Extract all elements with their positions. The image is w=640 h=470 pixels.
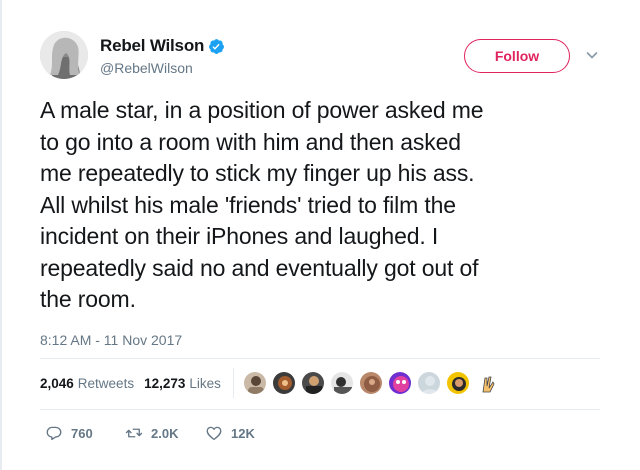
tweet-line: A male star, in a position of power aske… [40,97,484,123]
tweet-actions: 760 2.0K 12K [45,424,255,442]
tweet-line: me repeatedly to stick my finger up his … [40,160,475,186]
verified-badge-icon [209,38,225,54]
name-row: Rebel Wilson [100,36,225,56]
likes-count: 12,273 [144,376,186,391]
likes-stat[interactable]: 12,273 Likes [144,376,221,391]
avatar[interactable] [40,31,88,79]
divider [40,358,600,359]
like-count: 12K [231,425,255,441]
tweet-line: repeatedly said no and eventually got ou… [40,254,479,281]
retweets-label: Retweets [77,376,135,391]
liker-avatar[interactable] [330,371,354,395]
divider [40,409,600,410]
tweet-timestamp[interactable]: 8:12 AM - 11 Nov 2017 [40,332,182,348]
tweet-line: incident on their iPhones and laughed. I [40,223,439,249]
tweet-line: the room. [40,286,136,312]
tweet-header: Rebel Wilson @RebelWilson Follow [40,27,610,87]
tweet-text: A male star, in a position of power aske… [40,95,605,316]
liker-avatar[interactable] [475,371,499,395]
display-name[interactable]: Rebel Wilson [100,36,204,56]
user-handle[interactable]: @RebelWilson [100,60,193,76]
liker-avatar[interactable] [272,371,296,395]
retweet-icon [125,428,143,438]
like-button[interactable]: 12K [205,424,255,442]
liker-avatar[interactable] [446,371,470,395]
liker-avatar[interactable] [301,371,325,395]
reply-icon [46,426,62,441]
left-border [0,0,2,470]
liker-avatar[interactable] [388,371,412,395]
tweet-line: All whilst his male 'friends' tried to f… [40,191,456,218]
follow-button[interactable]: Follow [464,39,570,73]
retweets-stat[interactable]: 2,046 Retweets [40,376,134,391]
retweet-count: 2.0K [151,425,179,441]
liker-avatar[interactable] [359,371,383,395]
stats-separator [233,368,234,398]
tweet-stats: 2,046 Retweets 12,273 Likes [40,376,221,391]
chevron-down-icon[interactable] [584,47,600,63]
retweets-count: 2,046 [40,376,74,391]
reply-button[interactable]: 760 [45,424,125,442]
likes-label: Likes [189,376,221,391]
tweet-line: to go into a room with him and then aske… [40,128,461,155]
reply-count: 760 [71,425,93,441]
liker-avatars [243,371,504,395]
avatar-image [40,31,88,79]
liker-avatar[interactable] [243,371,267,395]
retweet-button[interactable]: 2.0K [125,424,205,442]
heart-icon [206,426,222,441]
liker-avatar[interactable] [417,371,441,395]
